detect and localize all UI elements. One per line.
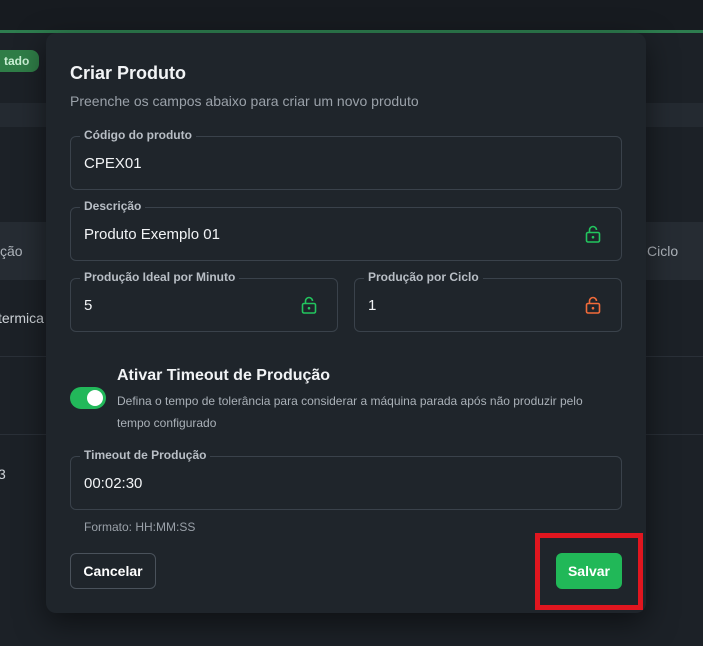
timeout-format-helper: Formato: HH:MM:SS <box>84 520 196 534</box>
dialog-subtitle: Preenche os campos abaixo para criar um … <box>70 93 419 109</box>
description-label: Descrição <box>80 199 146 213</box>
ideal-production-per-minute-field[interactable]: Produção Ideal por Minuto 5 <box>70 270 338 332</box>
product-code-value: CPEX01 <box>84 155 142 172</box>
toggle-knob <box>87 390 103 406</box>
background-row-divider <box>646 434 703 435</box>
ideal-production-value: 5 <box>84 297 93 314</box>
background-cell-text: termica <box>0 310 44 326</box>
save-button-highlight-box <box>535 533 643 610</box>
background-row-divider <box>646 356 703 357</box>
description-field[interactable]: Descrição Produto Exemplo 01 <box>70 199 622 261</box>
production-timeout-toggle-title: Ativar Timeout de Produção <box>117 367 331 384</box>
cancel-button[interactable]: Cancelar <box>70 553 156 589</box>
background-cell-text: 3 <box>0 466 6 482</box>
background-status-badge: tado <box>0 50 40 72</box>
unlock-icon[interactable] <box>585 225 601 243</box>
production-timeout-value: 00:02:30 <box>84 475 143 492</box>
product-code-label: Código do produto <box>80 128 196 142</box>
production-per-cycle-label: Produção por Ciclo <box>364 270 483 284</box>
unlock-icon[interactable] <box>585 296 601 314</box>
description-value: Produto Exemplo 01 <box>84 226 220 243</box>
unlock-icon[interactable] <box>301 296 317 314</box>
production-per-cycle-value: 1 <box>368 297 377 314</box>
dialog-title: Criar Produto <box>70 63 187 83</box>
product-code-field[interactable]: Código do produto CPEX01 <box>70 128 622 190</box>
production-timeout-field[interactable]: Timeout de Produção 00:02:30 <box>70 448 622 510</box>
production-timeout-toggle[interactable] <box>70 387 106 409</box>
background-row-divider <box>0 434 46 435</box>
background-top-bar <box>0 0 703 30</box>
background-column-header-left: ção <box>0 243 23 259</box>
production-per-cycle-field[interactable]: Produção por Ciclo 1 <box>354 270 622 332</box>
production-timeout-toggle-description: Defina o tempo de tolerância para consid… <box>117 394 583 430</box>
background-column-header-right: Ciclo <box>647 243 679 259</box>
ideal-production-label: Produção Ideal por Minuto <box>80 270 240 284</box>
background-row-divider <box>0 356 46 357</box>
production-timeout-label: Timeout de Produção <box>80 448 211 462</box>
create-product-dialog: Criar Produto Preenche os campos abaixo … <box>46 33 646 613</box>
